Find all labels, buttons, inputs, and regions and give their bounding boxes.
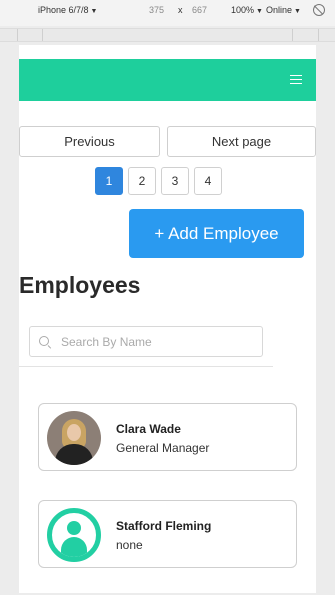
ruler-tick xyxy=(42,29,43,41)
viewport-width[interactable]: 375 xyxy=(149,5,164,15)
next-page-button[interactable]: Next page xyxy=(167,126,316,157)
zoom-value: 100% xyxy=(231,5,255,15)
search-placeholder: Search By Name xyxy=(61,335,152,349)
user-placeholder-icon xyxy=(47,508,101,562)
employee-name: Clara Wade xyxy=(116,422,181,436)
employee-name: Stafford Fleming xyxy=(116,519,212,533)
chevron-down-icon: ▼ xyxy=(294,8,301,15)
viewport-height[interactable]: 667 xyxy=(192,5,207,15)
page-4-button[interactable]: 4 xyxy=(194,167,222,195)
chevron-down-icon: ▼ xyxy=(256,8,263,15)
employee-role: General Manager xyxy=(116,441,210,455)
device-selector[interactable]: iPhone 6/7/8 ▼ xyxy=(38,5,97,15)
search-section: Search By Name xyxy=(19,318,273,367)
page-title: Employees xyxy=(19,272,141,298)
search-input[interactable]: Search By Name xyxy=(29,326,263,357)
avatar xyxy=(47,411,101,465)
dimension-separator: x xyxy=(178,5,183,15)
media-query-ruler xyxy=(0,28,335,42)
device-name: iPhone 6/7/8 xyxy=(38,5,89,15)
network-selector[interactable]: Online ▼ xyxy=(266,5,301,15)
employee-card[interactable]: Stafford Fleming none xyxy=(38,500,297,568)
employee-card[interactable]: Clara Wade General Manager xyxy=(38,403,297,471)
ruler-tick xyxy=(318,29,319,41)
zoom-selector[interactable]: 100% ▼ xyxy=(231,5,263,15)
page-2-button[interactable]: 2 xyxy=(128,167,156,195)
pagination: 1 2 3 4 xyxy=(95,167,222,195)
chevron-down-icon: ▼ xyxy=(90,8,98,15)
devtools-toolbar: iPhone 6/7/8 ▼ 375 x 667 100% ▼ Online ▼ xyxy=(0,0,335,26)
ruler-tick xyxy=(292,29,293,41)
top-navbar xyxy=(19,59,316,101)
app-viewport: Previous Next page 1 2 3 4 + Add Employe… xyxy=(19,45,316,593)
ruler-tick xyxy=(17,29,18,41)
page-3-button[interactable]: 3 xyxy=(161,167,189,195)
search-icon xyxy=(39,336,49,346)
add-employee-button[interactable]: + Add Employee xyxy=(129,209,304,258)
hamburger-menu-icon[interactable] xyxy=(290,75,302,85)
network-value: Online xyxy=(266,5,293,15)
previous-page-button[interactable]: Previous xyxy=(19,126,160,157)
page-1-button[interactable]: 1 xyxy=(95,167,123,195)
employee-role: none xyxy=(116,538,143,552)
disable-touch-icon[interactable] xyxy=(313,4,325,16)
